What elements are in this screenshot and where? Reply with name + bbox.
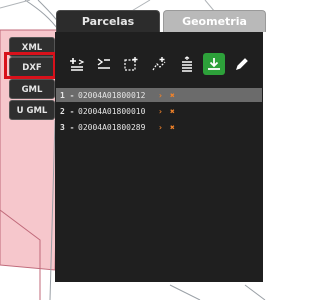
parcel-row[interactable]: 1 - 02004A01800012 › ✖ (56, 88, 262, 102)
delete-icon[interactable]: ✖ (170, 107, 175, 116)
pencil-icon (236, 58, 248, 70)
delete-icon[interactable]: ✖ (170, 91, 175, 100)
add-parcel-button[interactable] (66, 53, 88, 75)
add-area-button[interactable] (148, 53, 170, 75)
edit-button[interactable] (231, 53, 253, 75)
parcel-id: 02004A01800289 (78, 122, 146, 132)
parcel-id: 02004A01800010 (78, 106, 146, 116)
select-area-button[interactable] (120, 53, 142, 75)
chevron-right-icon[interactable]: › (158, 91, 168, 100)
download-button[interactable] (203, 53, 225, 75)
select-area-icon (124, 57, 138, 71)
stack-button[interactable] (176, 53, 198, 75)
parcel-number: 1 - (60, 90, 75, 100)
download-icon (208, 58, 220, 70)
edit-list-button[interactable] (93, 53, 115, 75)
parcel-number: 3 - (60, 122, 75, 132)
add-parcel-icon (70, 58, 85, 71)
stack-icon (182, 56, 192, 72)
dxf-highlight-box (4, 52, 56, 79)
export-ugml-button[interactable]: U GML (9, 100, 55, 120)
parcel-list: 1 - 02004A01800012 › ✖ 2 - 02004A0180001… (56, 88, 262, 136)
tab-geometria[interactable]: Geometria (163, 10, 266, 32)
chevron-right-icon[interactable]: › (158, 107, 168, 116)
delete-icon[interactable]: ✖ (170, 123, 175, 132)
chevron-right-icon[interactable]: › (158, 123, 168, 132)
edit-list-icon (97, 58, 110, 69)
export-gml-button[interactable]: GML (9, 79, 55, 99)
parcel-row[interactable]: 3 - 02004A01800289 › ✖ (56, 120, 262, 134)
parcel-row[interactable]: 2 - 02004A01800010 › ✖ (56, 104, 262, 118)
tab-parcelas[interactable]: Parcelas (56, 10, 160, 32)
add-area-icon (152, 57, 166, 71)
parcel-number: 2 - (60, 106, 75, 116)
parcel-id: 02004A01800012 (78, 90, 146, 100)
